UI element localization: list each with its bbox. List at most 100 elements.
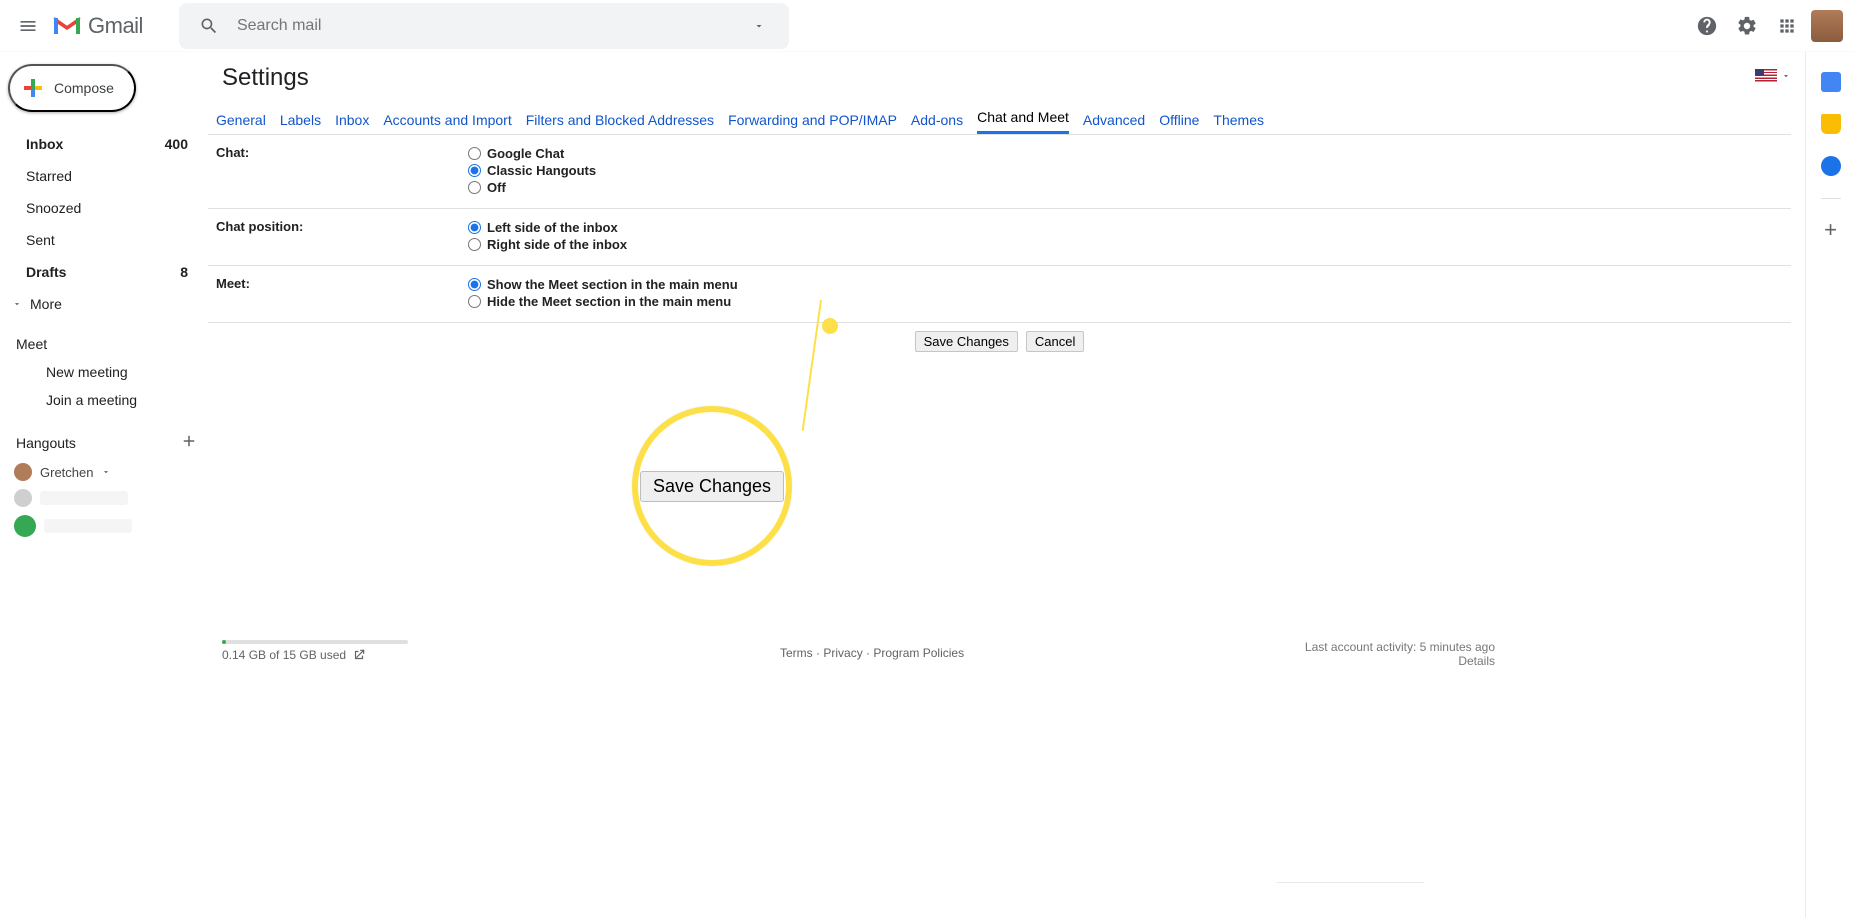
option-show-meet[interactable]: Show the Meet section in the main menu <box>468 276 738 293</box>
compose-button[interactable]: Compose <box>8 64 136 112</box>
search-input[interactable] <box>229 17 739 35</box>
save-changes-button-zoomed: Save Changes <box>640 471 784 502</box>
contact-name-redacted <box>44 519 132 533</box>
radio-classic-hangouts[interactable] <box>468 164 481 177</box>
tab-offline[interactable]: Offline <box>1159 104 1199 134</box>
nav-label: Drafts <box>26 264 66 280</box>
nav-drafts[interactable]: Drafts 8 <box>0 256 208 288</box>
main-area: Compose Inbox 400 Starred Snoozed Sent D… <box>0 52 1855 918</box>
gmail-logo-text: Gmail <box>88 13 143 39</box>
save-changes-button[interactable]: Save Changes <box>915 331 1018 352</box>
gmail-logo[interactable]: Gmail <box>52 13 143 39</box>
radio-right-side[interactable] <box>468 238 481 251</box>
tab-themes[interactable]: Themes <box>1213 104 1264 134</box>
nav-label: Sent <box>26 232 55 248</box>
option-label: Right side of the inbox <box>487 237 627 252</box>
settings-body: Chat: Google Chat Classic Hangouts Off <box>208 134 1791 366</box>
nav-label: Starred <box>26 168 72 184</box>
radio-chat-off[interactable] <box>468 181 481 194</box>
storage-usage-bar <box>222 640 408 644</box>
contact-name-redacted <box>40 491 128 505</box>
presence-online-icon <box>14 515 36 537</box>
nav-snoozed[interactable]: Snoozed <box>0 192 208 224</box>
setting-label: Meet: <box>216 276 468 310</box>
option-hide-meet[interactable]: Hide the Meet section in the main menu <box>468 293 738 310</box>
hangouts-contact-row[interactable] <box>0 511 208 541</box>
option-label: Off <box>487 180 506 195</box>
open-in-new-icon[interactable] <box>352 648 366 662</box>
callout-anchor-dot <box>822 318 838 334</box>
plus-icon <box>24 79 42 97</box>
tab-general[interactable]: General <box>216 104 266 134</box>
new-hangout-button[interactable] <box>180 432 198 453</box>
radio-hide-meet[interactable] <box>468 295 481 308</box>
tab-forwarding[interactable]: Forwarding and POP/IMAP <box>728 104 897 134</box>
cancel-button[interactable]: Cancel <box>1026 331 1084 352</box>
nav-label: Inbox <box>26 136 63 152</box>
hamburger-icon <box>18 16 38 36</box>
option-label: Classic Hangouts <box>487 163 596 178</box>
terms-link[interactable]: Terms <box>780 646 813 660</box>
apps-button[interactable] <box>1767 6 1807 46</box>
radio-google-chat[interactable] <box>468 147 481 160</box>
details-link[interactable]: Details <box>1458 654 1495 668</box>
caret-down-icon <box>101 465 111 480</box>
join-meeting-item[interactable]: Join a meeting <box>0 386 208 414</box>
setting-label: Chat: <box>216 145 468 196</box>
keep-addon-icon[interactable] <box>1821 114 1841 134</box>
hangouts-contact-row[interactable] <box>0 485 208 511</box>
tab-labels[interactable]: Labels <box>280 104 321 134</box>
account-avatar[interactable] <box>1811 10 1843 42</box>
option-right-side[interactable]: Right side of the inbox <box>468 236 627 253</box>
tab-advanced[interactable]: Advanced <box>1083 104 1145 134</box>
calendar-addon-icon[interactable] <box>1821 72 1841 92</box>
option-classic-hangouts[interactable]: Classic Hangouts <box>468 162 596 179</box>
page-title: Settings <box>208 52 323 100</box>
get-addons-button[interactable]: + <box>1821 221 1841 241</box>
search-options-button[interactable] <box>739 6 779 46</box>
input-tools-button[interactable] <box>1755 69 1791 83</box>
hangouts-self-row[interactable]: Gretchen <box>0 459 208 485</box>
new-meeting-item[interactable]: New meeting <box>0 358 208 386</box>
tab-chat-and-meet[interactable]: Chat and Meet <box>977 101 1069 134</box>
nav-starred[interactable]: Starred <box>0 160 208 192</box>
nav-inbox[interactable]: Inbox 400 <box>0 128 208 160</box>
program-policies-link[interactable]: Program Policies <box>873 646 964 660</box>
apps-grid-icon <box>1777 16 1797 36</box>
search-button[interactable] <box>189 6 229 46</box>
hangouts-section-header: Hangouts <box>16 435 76 451</box>
dot-separator: · <box>816 646 820 660</box>
nav-label: Snoozed <box>26 200 81 216</box>
callout-magnifier-circle: Save Changes <box>632 406 792 566</box>
avatar-icon <box>14 463 32 481</box>
privacy-link[interactable]: Privacy <box>823 646 862 660</box>
nav-sent[interactable]: Sent <box>0 224 208 256</box>
tasks-addon-icon[interactable] <box>1821 156 1841 176</box>
option-chat-off[interactable]: Off <box>468 179 596 196</box>
drafts-count: 8 <box>180 264 196 280</box>
tab-inbox[interactable]: Inbox <box>335 104 369 134</box>
chevron-down-icon <box>12 296 22 312</box>
addon-side-panel: + <box>1805 52 1855 918</box>
option-label: Show the Meet section in the main menu <box>487 277 738 292</box>
main-menu-button[interactable] <box>8 6 48 46</box>
setting-meet: Meet: Show the Meet section in the main … <box>208 266 1791 323</box>
tab-addons[interactable]: Add-ons <box>911 104 963 134</box>
folder-nav: Inbox 400 Starred Snoozed Sent Drafts 8 … <box>0 128 208 320</box>
flag-us-icon <box>1755 69 1777 83</box>
radio-show-meet[interactable] <box>468 278 481 291</box>
nav-more[interactable]: More <box>0 288 208 320</box>
radio-left-side[interactable] <box>468 221 481 234</box>
search-bar <box>179 3 789 49</box>
sidebar: Compose Inbox 400 Starred Snoozed Sent D… <box>0 52 208 918</box>
meet-section-header: Meet <box>0 326 208 358</box>
settings-button[interactable] <box>1727 6 1767 46</box>
option-left-side[interactable]: Left side of the inbox <box>468 219 627 236</box>
setting-chat-position: Chat position: Left side of the inbox Ri… <box>208 209 1791 266</box>
support-button[interactable] <box>1687 6 1727 46</box>
setting-label: Chat position: <box>216 219 468 253</box>
option-google-chat[interactable]: Google Chat <box>468 145 596 162</box>
tab-filters[interactable]: Filters and Blocked Addresses <box>526 104 714 134</box>
tab-accounts[interactable]: Accounts and Import <box>383 104 511 134</box>
gmail-logo-icon <box>52 15 82 37</box>
